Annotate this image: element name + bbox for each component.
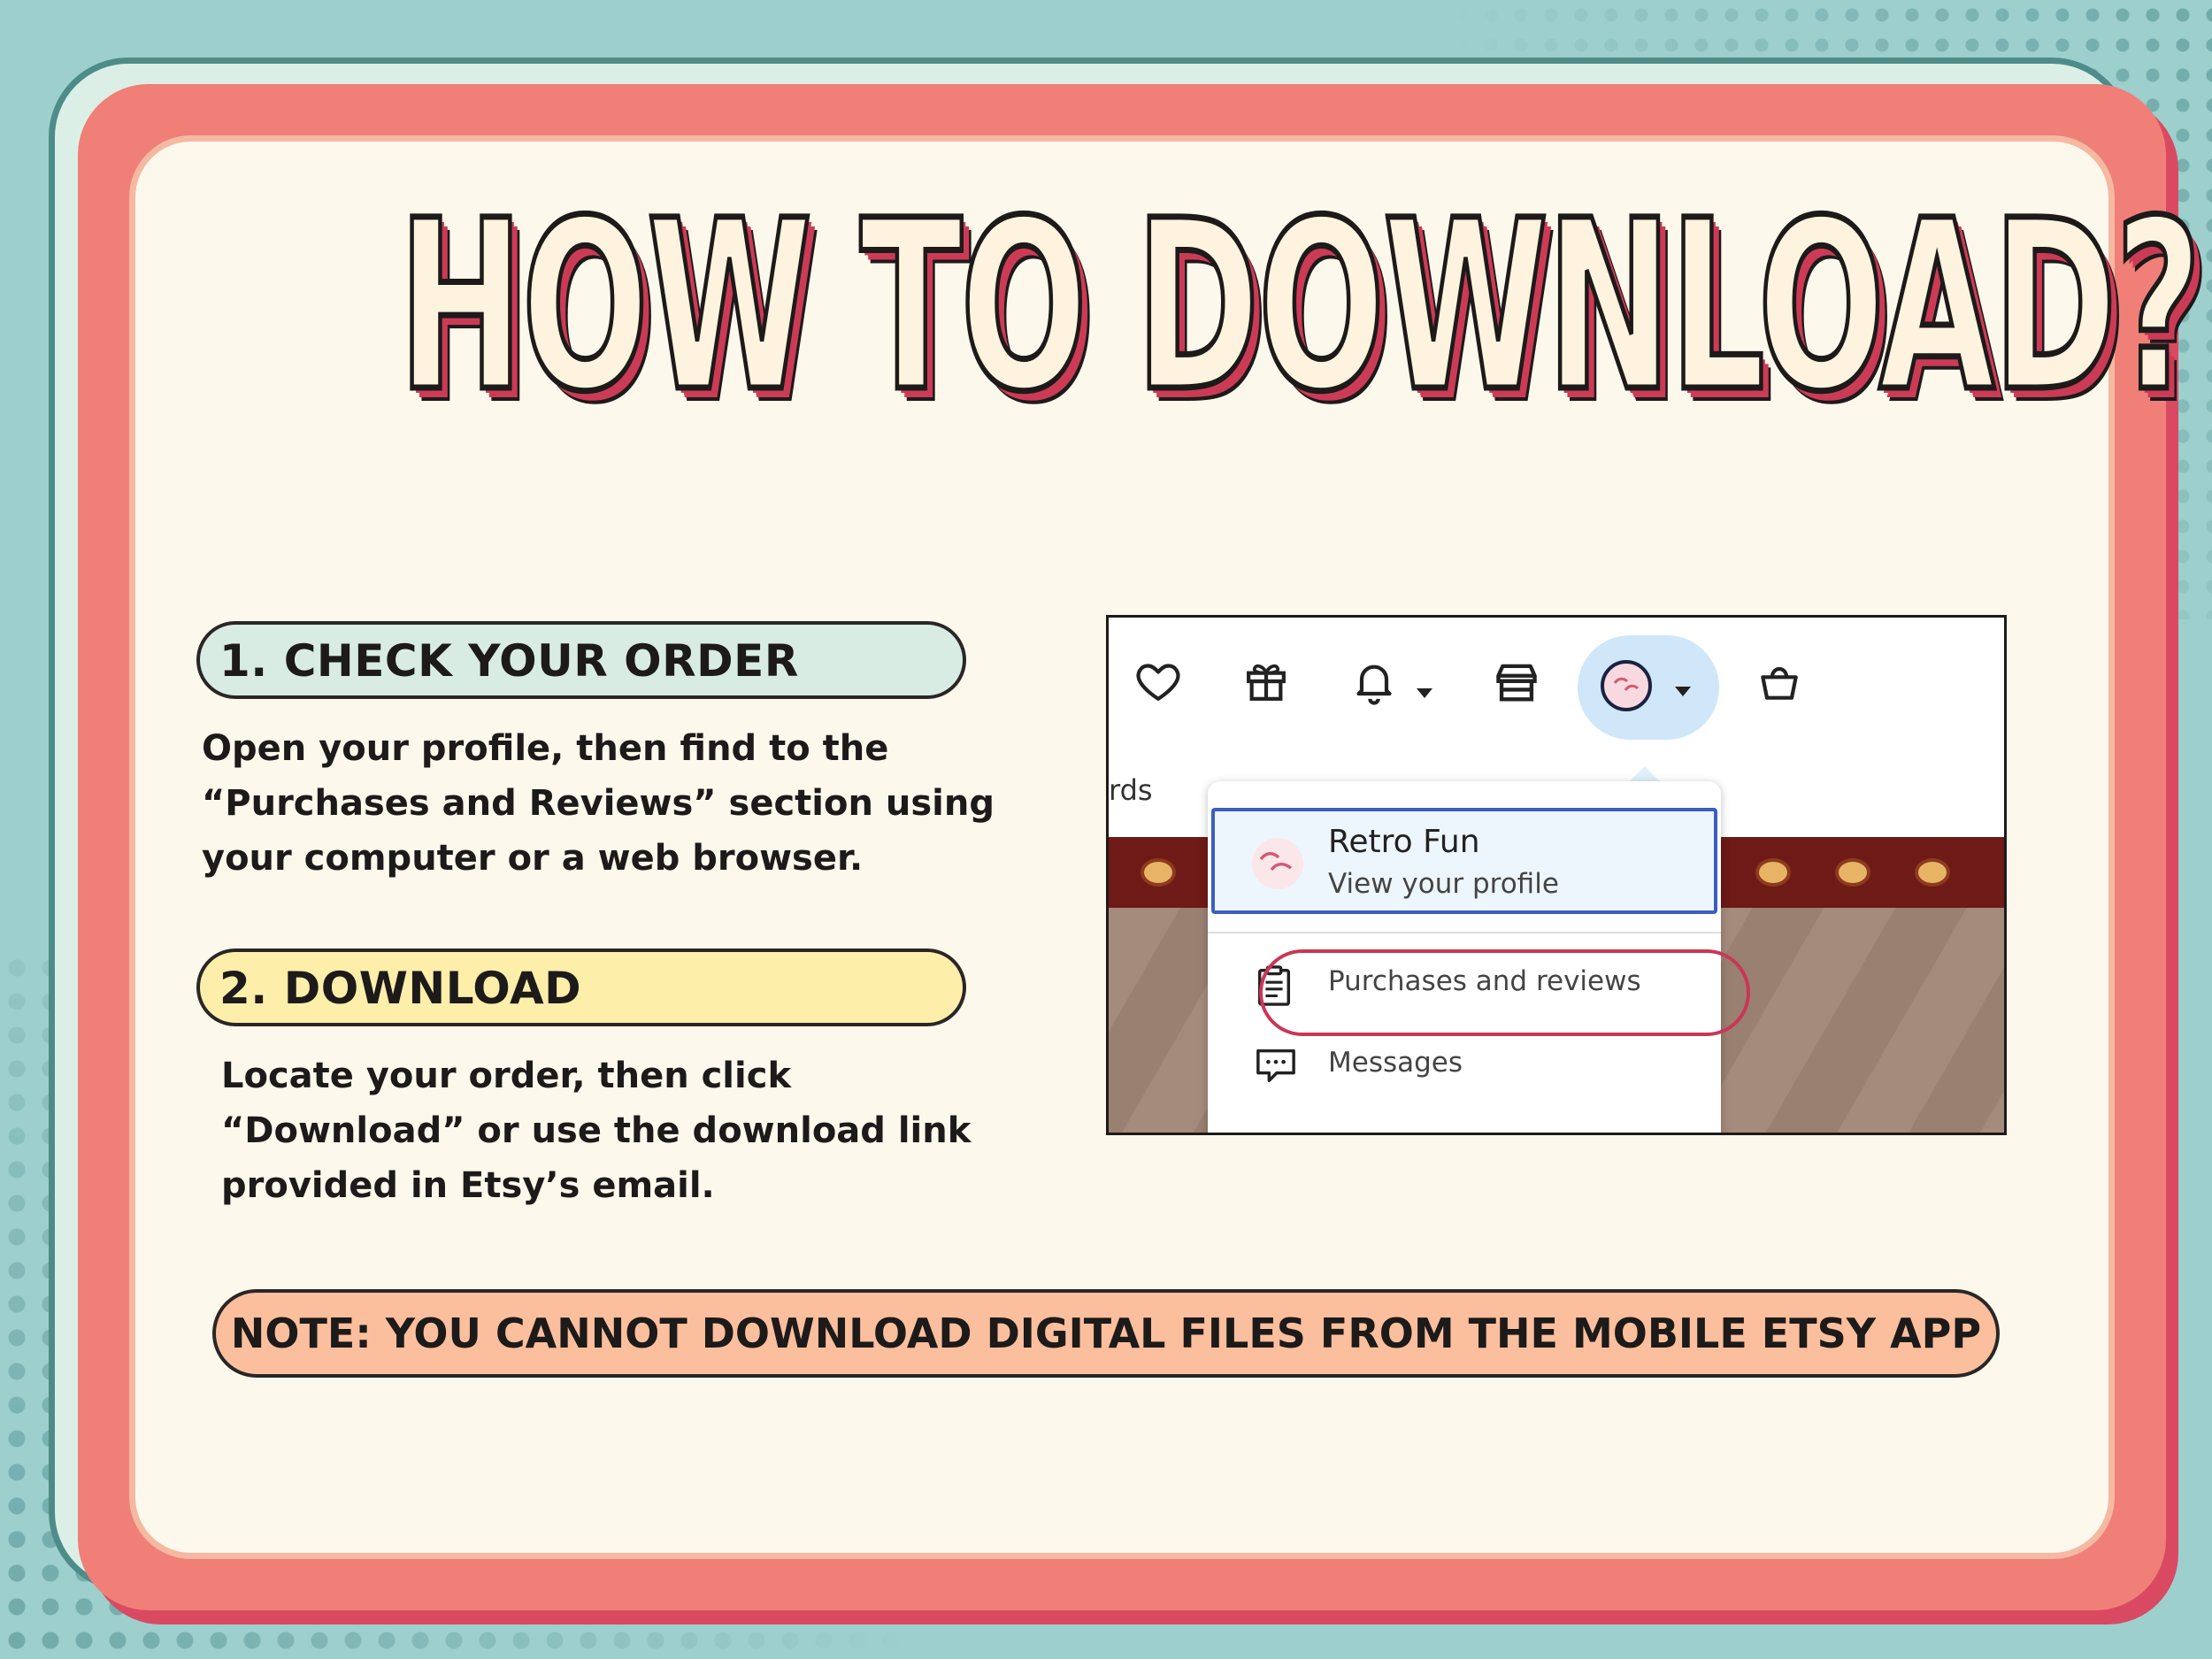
- step-1-description: Open your profile, then find to the “Pur…: [202, 721, 1051, 886]
- page-title: HOW TO DOWNLOAD?: [396, 171, 2204, 443]
- purchases-highlight-ring: [1259, 949, 1750, 1036]
- step-2-line: “Download” or use the download link: [221, 1110, 972, 1151]
- step-1-title: 1. CHECK YOUR ORDER: [196, 621, 966, 699]
- step-1-line: your computer or a web browser.: [202, 838, 864, 879]
- banner-bulb: [1918, 862, 1947, 883]
- chat-icon: [1256, 1048, 1295, 1082]
- step-2-title: 2. DOWNLOAD: [196, 949, 966, 1026]
- step-2-line: provided in Etsy’s email.: [221, 1165, 715, 1206]
- banner-bulb: [1839, 862, 1867, 883]
- bell-icon[interactable]: [1349, 657, 1399, 706]
- etsy-toolbar: [1109, 618, 2004, 759]
- dropdown-pointer: [1629, 766, 1661, 782]
- banner-bulb: [1759, 862, 1787, 883]
- shop-logo: [1252, 838, 1303, 889]
- menu-item-messages[interactable]: Messages: [1208, 1029, 1721, 1100]
- profile-name: Retro Fun: [1328, 824, 1480, 860]
- profile-subtitle: View your profile: [1328, 868, 1559, 900]
- avatar: [1601, 660, 1652, 711]
- etsy-menu-screenshot: rds Retro Fun View your profile Purchase…: [1106, 615, 2007, 1135]
- basket-icon[interactable]: [1755, 657, 1804, 706]
- menu-item-label: Messages: [1328, 1047, 1463, 1079]
- view-profile-item[interactable]: Retro Fun View your profile: [1211, 808, 1717, 914]
- chevron-down-icon[interactable]: [1417, 688, 1432, 698]
- partial-nav-label: rds: [1109, 773, 1153, 807]
- heart-icon[interactable]: [1133, 657, 1183, 706]
- banner-bulb: [1144, 862, 1172, 883]
- gift-icon[interactable]: [1241, 657, 1291, 706]
- step-2-line: Locate your order, then click: [221, 1056, 792, 1096]
- step-1-line: Open your profile, then find to the: [202, 728, 889, 769]
- account-menu-button[interactable]: [1578, 635, 1719, 740]
- store-icon[interactable]: [1491, 657, 1542, 708]
- menu-divider: [1208, 932, 1721, 933]
- note-banner: NOTE: YOU CANNOT DOWNLOAD DIGITAL FILES …: [212, 1289, 2000, 1378]
- step-1-line: “Purchases and Reviews” section using: [202, 783, 995, 824]
- step-2-description: Locate your order, then click “Download”…: [221, 1048, 1053, 1213]
- chevron-down-icon: [1675, 687, 1691, 696]
